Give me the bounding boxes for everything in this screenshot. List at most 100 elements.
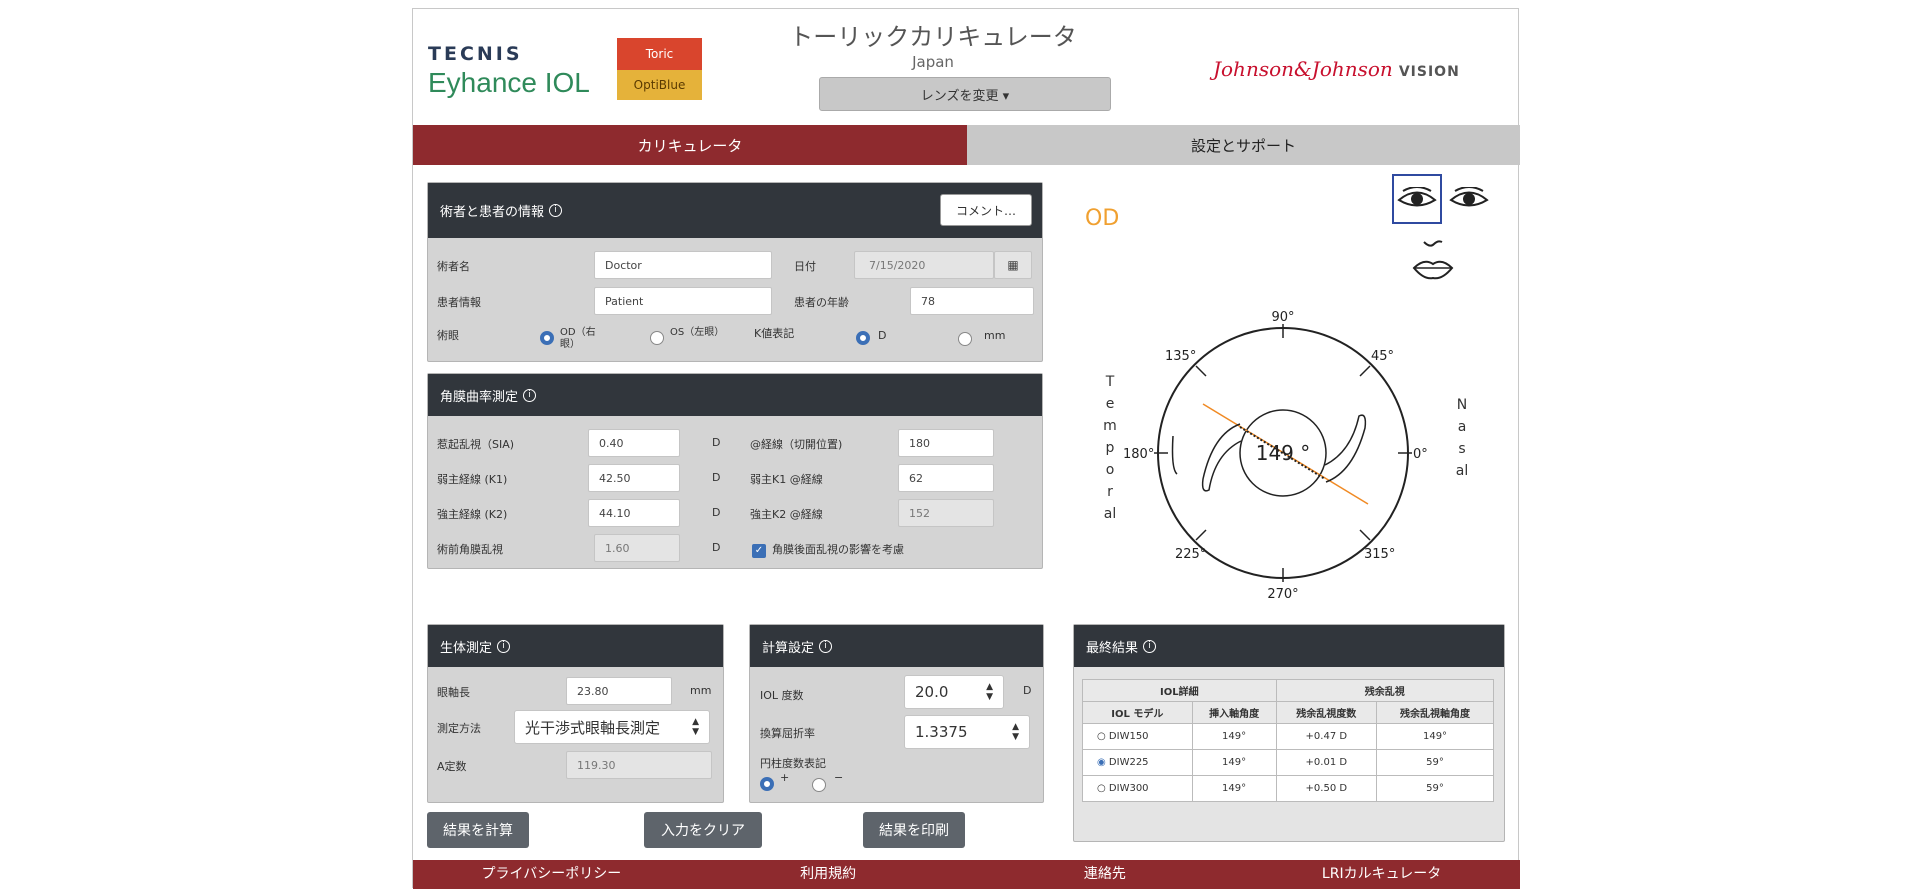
clear-button[interactable]: 入力をクリア	[644, 812, 762, 848]
surgeon-name-field[interactable]: Doctor	[594, 251, 772, 279]
results-table: IOL詳細 残余乱視 IOL モデル 挿入軸角度 残余乱視度数 残余乱視軸角度 …	[1082, 679, 1495, 802]
model-radio[interactable]: ○	[1097, 731, 1106, 742]
col-residual-axis: 残余乱視軸角度	[1376, 701, 1494, 724]
k1-axis-field[interactable]: 62	[898, 464, 994, 492]
comment-button[interactable]: コメント…	[940, 194, 1032, 226]
panel-header: 最終結果 i	[1074, 625, 1504, 667]
axial-length-label: 眼軸長	[437, 686, 470, 699]
select-arrows-icon: ▲ ▼	[1012, 722, 1019, 742]
deg-270-label: 270°	[1267, 587, 1298, 602]
iol-power-select[interactable]: 20.0 ▲ ▼	[904, 675, 1004, 709]
model-cell[interactable]: ○ DIW300	[1082, 775, 1193, 802]
k2-axis-field: 152	[898, 499, 994, 527]
col-residual: 残余乱視度数	[1275, 701, 1378, 724]
k-d-radio[interactable]	[856, 331, 870, 345]
deg-90-label: 90°	[1271, 310, 1294, 325]
calculate-button[interactable]: 結果を計算	[427, 812, 529, 848]
os-radio[interactable]	[650, 331, 664, 345]
haptic-left	[1201, 423, 1242, 492]
panel-header: 生体測定 i	[428, 625, 723, 667]
change-lens-button[interactable]: レンズを変更 ▾	[819, 77, 1111, 111]
select-arrows-icon: ▲ ▼	[986, 682, 993, 702]
lens-tags: Toric OptiBlue	[617, 38, 702, 100]
k1-unit: D	[712, 471, 721, 484]
cyl-minus-radio[interactable]	[812, 778, 826, 792]
residual-cell: +0.50 D	[1275, 775, 1378, 802]
tab-settings-support[interactable]: 設定とサポート	[967, 125, 1520, 165]
axis-cell: 149°	[1191, 723, 1277, 750]
center-angle-label: 149 °	[1256, 441, 1311, 465]
sia-field[interactable]: 0.40	[588, 429, 680, 457]
posterior-corneal-checkbox[interactable]: ✓	[752, 544, 766, 558]
preop-astig-field: 1.60	[594, 534, 680, 562]
table-row[interactable]: ○ DIW150 149° +0.47 D 149°	[1082, 723, 1494, 750]
model-cell[interactable]: ◉ DIW225	[1082, 749, 1193, 776]
panel-title: 生体測定	[440, 640, 493, 656]
preop-astig-label: 術前角膜乱視	[437, 543, 503, 556]
axis-cell: 149°	[1191, 775, 1277, 802]
right-eye-toggle[interactable]	[1392, 174, 1442, 224]
calendar-icon: ▦	[1007, 258, 1019, 272]
left-eye-toggle[interactable]	[1447, 179, 1491, 219]
model-radio[interactable]: ◉	[1097, 757, 1106, 768]
residual-cell: +0.01 D	[1275, 749, 1378, 776]
info-icon[interactable]: i	[523, 388, 537, 402]
terms-link[interactable]: 利用規約	[690, 860, 967, 889]
a-constant-field: 119.30	[566, 751, 712, 779]
od-radio[interactable]	[540, 331, 554, 345]
patient-info-field[interactable]: Patient	[594, 287, 772, 315]
table-column-header: IOL モデル 挿入軸角度 残余乱視度数 残余乱視軸角度	[1082, 701, 1494, 724]
residual-axis-cell: 149°	[1376, 723, 1494, 750]
axis-cell: 149°	[1191, 749, 1277, 776]
table-row[interactable]: ◉ DIW225 149° +0.01 D 59°	[1082, 749, 1494, 776]
toric-calculator-app: TECNIS Eyhance IOL Toric OptiBlue トーリックカ…	[412, 8, 1520, 889]
brand-top: TECNIS	[428, 43, 523, 65]
table-row[interactable]: ○ DIW300 149° +0.50 D 59°	[1082, 775, 1494, 802]
info-icon[interactable]: i	[819, 639, 833, 653]
temporal-text: Temporal	[1103, 374, 1117, 522]
iol-power-value: 20.0	[915, 683, 949, 701]
tab-calculator[interactable]: カリキュレータ	[413, 125, 967, 165]
iol-power-unit: D	[1023, 684, 1032, 697]
info-icon[interactable]: i	[1143, 639, 1157, 653]
age-field[interactable]: 78	[910, 287, 1034, 315]
panel-header: 計算設定 i	[750, 625, 1043, 667]
k1-field[interactable]: 42.50	[588, 464, 680, 492]
panel-title: 術者と患者の情報	[440, 205, 545, 220]
date-field[interactable]: 7/15/2020	[854, 251, 994, 279]
model-cell[interactable]: ○ DIW150	[1082, 723, 1193, 750]
calc-settings-panel: 計算設定 i IOL 度数 20.0 ▲ ▼ D 換算屈折率 1.3375 ▲ ▼ …	[749, 624, 1044, 803]
axial-length-field[interactable]: 23.80	[566, 677, 672, 705]
refractive-index-select[interactable]: 1.3375 ▲ ▼	[904, 715, 1030, 749]
residual-axis-cell: 59°	[1376, 775, 1494, 802]
nose-mouth-icon	[1412, 240, 1454, 280]
keratometry-panel: 角膜曲率測定 i 惹起乱視（SIA) 0.40 D @経線（切開位置) 180 …	[427, 373, 1043, 569]
cyl-plus-radio[interactable]	[760, 777, 774, 791]
calendar-button[interactable]: ▦	[994, 251, 1032, 279]
panel-title: 最終結果	[1086, 640, 1139, 656]
region-label: Japan	[912, 53, 954, 71]
info-icon[interactable]: i	[497, 639, 511, 653]
final-results-panel: 最終結果 i IOL詳細 残余乱視 IOL モデル 挿入軸角度 残余乱視度数 残…	[1073, 624, 1505, 842]
model-radio[interactable]: ○	[1097, 783, 1106, 794]
incision-field[interactable]: 180	[898, 429, 994, 457]
model-name: DIW300	[1108, 783, 1149, 794]
privacy-link[interactable]: プライバシーポリシー	[413, 860, 690, 889]
measurement-method-select[interactable]: 光干渉式眼軸長測定 ▲ ▼	[514, 710, 710, 744]
main-tabs: カリキュレータ 設定とサポート	[413, 125, 1520, 165]
print-button[interactable]: 結果を印刷	[863, 812, 965, 848]
k2-label: 強主経線 (K2)	[437, 508, 508, 521]
deg-225-label: 225°	[1175, 547, 1206, 562]
k2-field[interactable]: 44.10	[588, 499, 680, 527]
k-d-label: D	[878, 329, 887, 342]
nasal-text: Nasal	[1455, 397, 1469, 479]
temporal-label: Temporal	[1103, 371, 1117, 525]
k-mm-radio[interactable]	[958, 332, 972, 346]
k1-label: 弱主経線 (K1)	[437, 473, 508, 486]
method-label: 測定方法	[437, 722, 481, 735]
info-icon[interactable]: i	[549, 204, 563, 217]
contact-link[interactable]: 連絡先	[967, 860, 1244, 889]
lri-calculator-link[interactable]: LRIカルキュレータ	[1243, 860, 1520, 889]
cylinder-notation-label: 円柱度数表記	[760, 757, 826, 770]
model-name: DIW225	[1108, 757, 1149, 768]
